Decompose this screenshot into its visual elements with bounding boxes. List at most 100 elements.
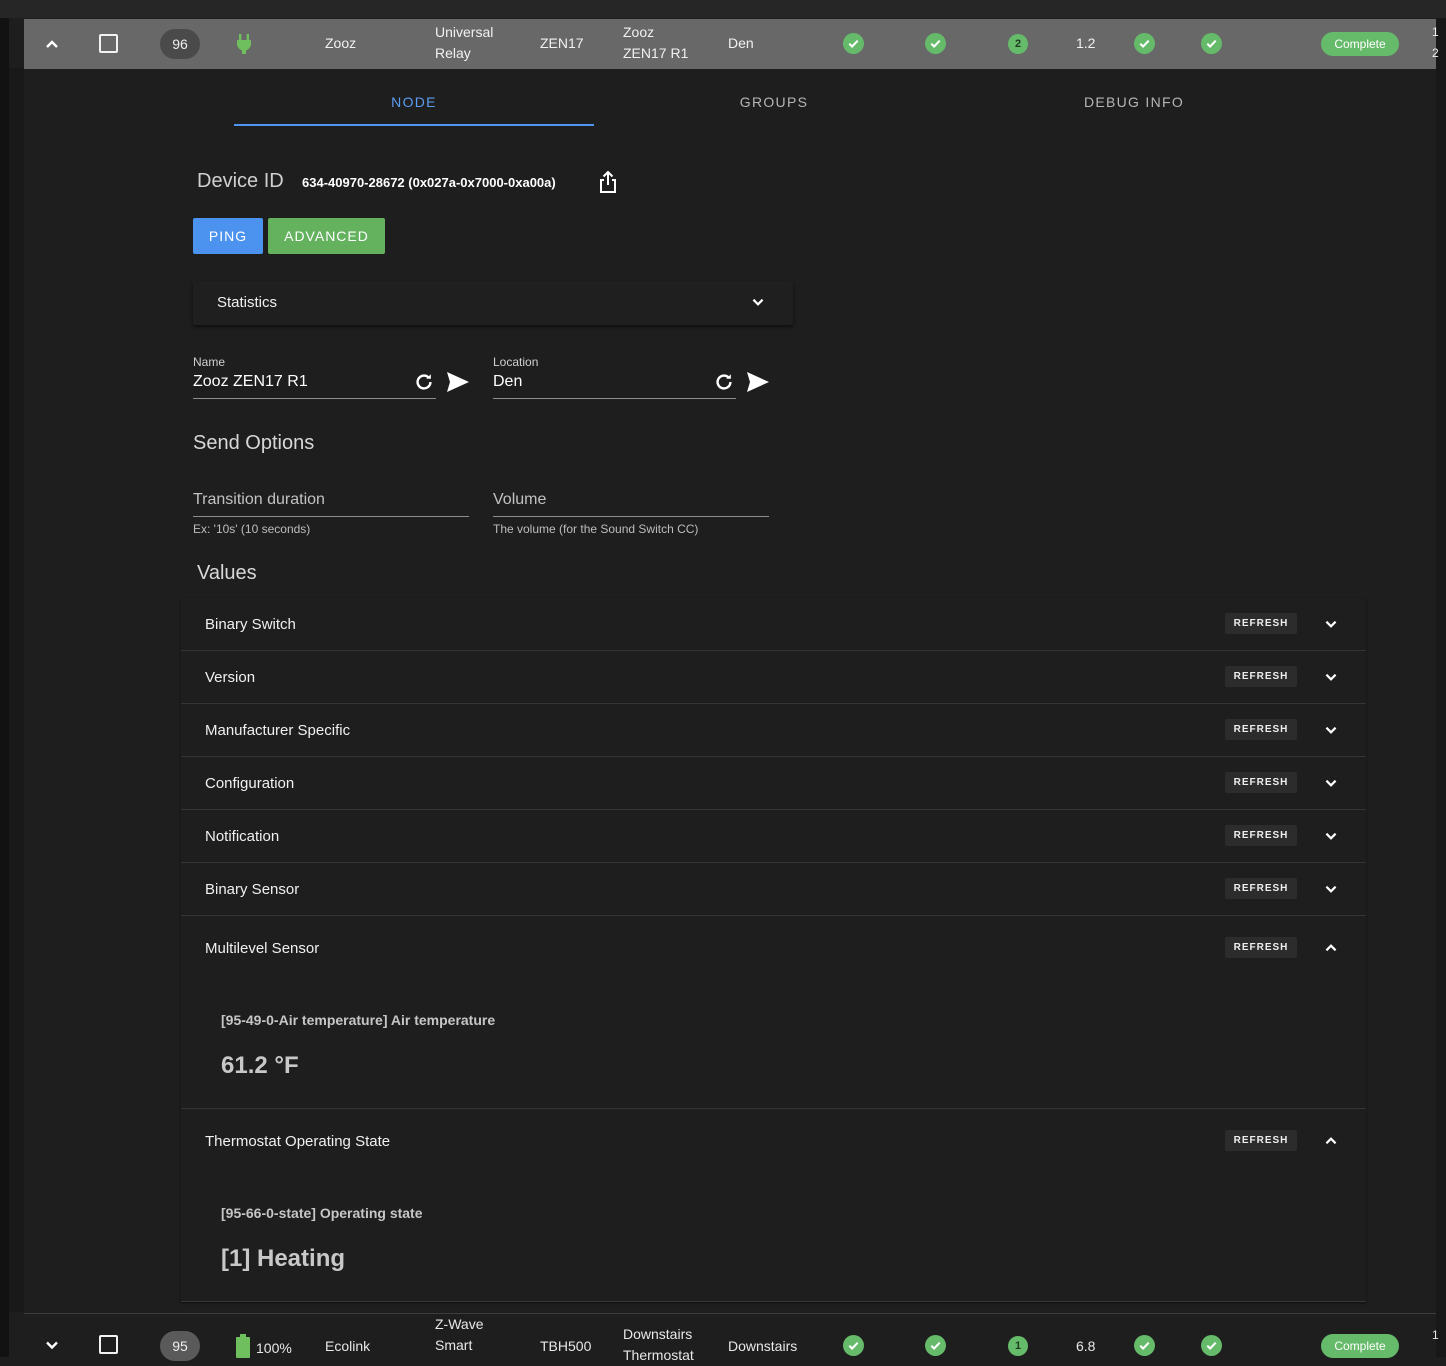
vertical-scrollbar[interactable] (1436, 18, 1446, 1357)
check-circle-icon (1134, 1335, 1155, 1356)
location-cell: Downstairs (728, 1338, 798, 1354)
volume-input[interactable]: Volume (493, 491, 546, 509)
status-badge: Complete (1321, 1334, 1399, 1358)
volume-hint: The volume (for the Sound Switch CC) (493, 522, 699, 536)
location-field-label: Location (493, 355, 539, 369)
check-circle-icon (1134, 33, 1155, 54)
version-cell: 6.8 (1076, 1338, 1096, 1354)
panel-thermostat-operating-state[interactable]: Thermostat Operating State REFRESH [95-6… (181, 1109, 1366, 1302)
chevron-down-icon[interactable] (1320, 666, 1342, 688)
value-label: [95-66-0-state] Operating state (221, 1205, 423, 1221)
name-field-underline (193, 398, 436, 399)
name-cell-line2: ZEN17 R1 (623, 45, 689, 61)
panel-title: Manufacturer Specific (205, 722, 351, 739)
check-circle-icon (843, 1335, 864, 1356)
statistics-label: Statistics (217, 294, 278, 311)
expanded-row-gutter (9, 68, 24, 1312)
table-row-expanded[interactable]: 96 Zooz Universal Relay ZEN17 Zooz ZEN17… (24, 19, 1439, 69)
statistics-expander[interactable]: Statistics (193, 281, 793, 325)
chevron-down-icon[interactable] (1320, 772, 1342, 794)
check-circle-icon (843, 33, 864, 54)
tab-node[interactable]: NODE (234, 82, 594, 126)
manufacturer-cell: Ecolink (325, 1338, 371, 1354)
send-icon[interactable] (446, 371, 470, 393)
panel-title: Notification (205, 828, 280, 845)
refresh-button[interactable]: REFRESH (1225, 1130, 1297, 1151)
active-tab-indicator (234, 124, 594, 126)
chevron-up-icon[interactable] (1320, 1130, 1342, 1152)
location-cell: Den (728, 35, 754, 51)
transition-duration-input[interactable]: Transition duration (193, 491, 325, 509)
advanced-button[interactable]: ADVANCED (268, 218, 385, 254)
location-field[interactable]: Den (493, 373, 522, 391)
value-label: [95-49-0-Air temperature] Air temperatur… (221, 1012, 496, 1028)
node-id-chip: 96 (160, 29, 200, 59)
edge-cell-line1: 1 (1432, 25, 1439, 39)
tab-groups[interactable]: GROUPS (594, 82, 954, 126)
name-cell-line1: Downstairs (623, 1326, 693, 1342)
panel-version[interactable]: Version REFRESH (181, 651, 1366, 704)
panel-notification[interactable]: Notification REFRESH (181, 810, 1366, 863)
chevron-down-icon[interactable] (1320, 878, 1342, 900)
value-readout: [1] Heating (221, 1245, 346, 1272)
refresh-button[interactable]: REFRESH (1225, 772, 1297, 793)
chevron-down-icon[interactable] (1320, 825, 1342, 847)
chevron-down-icon[interactable] (1320, 719, 1342, 741)
refresh-button[interactable]: REFRESH (1225, 719, 1297, 740)
model-cell: ZEN17 (540, 35, 584, 51)
chevron-up-icon[interactable] (40, 32, 64, 56)
send-options-title: Send Options (193, 432, 315, 454)
plug-icon (237, 34, 251, 54)
name-cell-line1: Zooz (623, 24, 655, 40)
panel-title: Thermostat Operating State (205, 1133, 391, 1150)
panel-multilevel-sensor[interactable]: Multilevel Sensor REFRESH [95-49-0-Air t… (181, 916, 1366, 1109)
table-row[interactable]: 95 100% Ecolink Z-Wave Smart TBH500 Down… (24, 1313, 1439, 1363)
value-readout: 61.2 °F (221, 1052, 299, 1079)
battery-level: 100% (256, 1340, 292, 1356)
refresh-button[interactable]: REFRESH (1225, 825, 1297, 846)
chevron-up-icon[interactable] (1320, 937, 1342, 959)
refresh-button[interactable]: REFRESH (1225, 613, 1297, 634)
panel-title: Binary Sensor (205, 881, 300, 898)
refresh-button[interactable]: REFRESH (1225, 878, 1297, 899)
volume-underline (493, 516, 769, 517)
security-badge: 2 (1008, 34, 1028, 54)
panel-binary-switch[interactable]: Binary Switch REFRESH (181, 598, 1366, 651)
panel-manufacturer-specific[interactable]: Manufacturer Specific REFRESH (181, 704, 1366, 757)
security-badge: 1 (1008, 1336, 1028, 1356)
device-id-label: Device ID (197, 170, 284, 192)
status-badge: Complete (1321, 32, 1399, 56)
edge-cell-line1: 1 (1432, 1328, 1439, 1342)
refresh-button[interactable]: REFRESH (1225, 666, 1297, 687)
refresh-icon[interactable] (713, 371, 735, 393)
product-cell-line1: Z-Wave (435, 1316, 484, 1332)
model-cell: TBH500 (540, 1338, 592, 1354)
values-title: Values (197, 562, 257, 584)
send-icon[interactable] (746, 371, 770, 393)
chevron-down-icon[interactable] (747, 291, 769, 313)
share-icon[interactable] (597, 170, 619, 194)
tab-debug-info[interactable]: DEBUG INFO (954, 82, 1314, 126)
row-select-checkbox[interactable] (99, 34, 118, 53)
product-cell-line2: Smart (435, 1337, 473, 1353)
chevron-down-icon[interactable] (40, 1333, 64, 1357)
left-edge (0, 18, 9, 1357)
location-field-underline (493, 398, 736, 399)
row-select-checkbox[interactable] (99, 1335, 118, 1354)
panel-title: Binary Switch (205, 616, 296, 633)
refresh-button[interactable]: REFRESH (1225, 937, 1297, 958)
panel-binary-sensor[interactable]: Binary Sensor REFRESH (181, 863, 1366, 916)
ping-button[interactable]: PING (193, 218, 263, 254)
check-circle-icon (1201, 33, 1222, 54)
panel-title: Multilevel Sensor (205, 940, 320, 957)
version-cell: 1.2 (1076, 35, 1096, 51)
product-cell-line1: Universal (435, 24, 494, 40)
name-cell-line2: Thermostat (623, 1347, 694, 1363)
device-id-value: 634-40970-28672 (0x027a-0x7000-0xa00a) (302, 175, 556, 190)
battery-icon (236, 1334, 250, 1358)
panel-configuration[interactable]: Configuration REFRESH (181, 757, 1366, 810)
refresh-icon[interactable] (413, 371, 435, 393)
chevron-down-icon[interactable] (1320, 613, 1342, 635)
window-top-bar (0, 0, 1446, 19)
name-field[interactable]: Zooz ZEN17 R1 (193, 373, 308, 391)
